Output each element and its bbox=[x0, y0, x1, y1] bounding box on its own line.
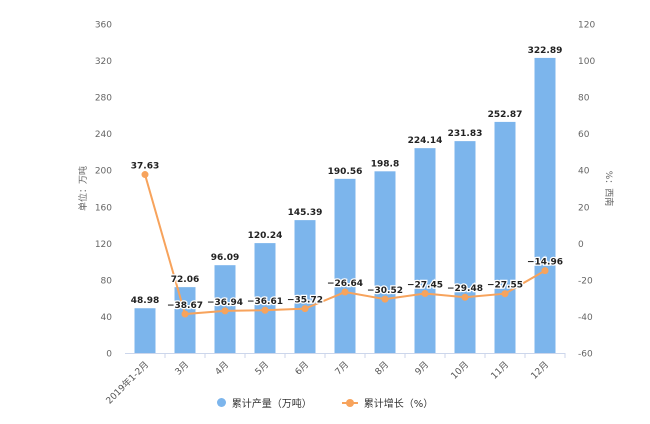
x-tick-label: 3月 bbox=[173, 359, 191, 377]
growth-point bbox=[261, 306, 269, 314]
x-tick-label: 12月 bbox=[529, 359, 551, 381]
bar-data-label: 48.98 bbox=[131, 296, 159, 306]
bar bbox=[334, 178, 356, 353]
bar-data-label: 72.06 bbox=[171, 275, 199, 285]
line-data-label: −35.72 bbox=[287, 296, 323, 306]
y-tick-label-right: 40 bbox=[578, 167, 590, 177]
bar bbox=[374, 171, 396, 353]
bar bbox=[174, 287, 196, 353]
bar-data-label: 252.87 bbox=[488, 110, 523, 120]
x-tick-label: 6月 bbox=[293, 359, 311, 377]
line-data-label: −27.45 bbox=[407, 281, 443, 291]
y-tick-label-left: 160 bbox=[95, 203, 112, 213]
growth-point bbox=[301, 305, 309, 313]
y-axis-title-right: %：西南 bbox=[603, 171, 615, 207]
x-tick-label: 5月 bbox=[253, 359, 271, 377]
x-tick-label: 11月 bbox=[489, 359, 511, 381]
growth-point bbox=[141, 171, 149, 179]
y-tick-label-right: 0 bbox=[578, 240, 584, 250]
bar-data-label: 96.09 bbox=[211, 253, 239, 263]
y-tick-label-left: 0 bbox=[106, 350, 112, 360]
y-tick-label-right: 60 bbox=[578, 130, 590, 140]
line-data-label: 37.63 bbox=[131, 162, 159, 172]
y-tick-label-right: 20 bbox=[578, 203, 590, 213]
y-tick-label-left: 40 bbox=[101, 313, 113, 323]
growth-point bbox=[461, 293, 469, 301]
bar-data-label: 231.83 bbox=[448, 129, 483, 139]
legend-bar-label: 累计产量（万吨） bbox=[231, 398, 312, 410]
legend-line-swatch bbox=[341, 398, 358, 407]
y-tick-label-right: -20 bbox=[578, 276, 593, 286]
growth-point bbox=[181, 310, 189, 318]
chart-svg: 0 40 80 120 160 200 240 280 320 360 -60 -40 -20 0 20 40… bbox=[77, 21, 615, 407]
bar bbox=[494, 121, 516, 354]
bar bbox=[294, 220, 316, 353]
bar-data-label: 190.56 bbox=[328, 167, 363, 177]
y-tick-label-left: 320 bbox=[95, 57, 112, 67]
legend: 累计产量（万吨） 累计增长（%） bbox=[0, 394, 650, 410]
bar-data-label: 322.89 bbox=[528, 46, 563, 56]
y-tick-label-left: 80 bbox=[101, 276, 113, 286]
chart: 0 40 80 120 160 200 240 280 320 360 -60 -40 -20 0 20 40… bbox=[0, 0, 650, 420]
x-tick-label: 8月 bbox=[373, 359, 391, 377]
legend-line-label: 累计增长（%） bbox=[363, 398, 434, 410]
growth-point bbox=[381, 295, 389, 303]
y-tick-label-left: 200 bbox=[95, 167, 112, 177]
line-data-label: −36.61 bbox=[247, 297, 283, 307]
growth-point bbox=[221, 307, 229, 315]
x-tick-label: 7月 bbox=[333, 359, 351, 377]
bar bbox=[414, 148, 436, 353]
bar bbox=[454, 141, 476, 353]
y-tick-label-right: 100 bbox=[578, 57, 595, 67]
bar-data-label: 224.14 bbox=[408, 136, 443, 146]
bar-data-label: 120.24 bbox=[248, 231, 283, 241]
line-data-label: −30.52 bbox=[367, 286, 403, 296]
bar bbox=[534, 57, 556, 353]
legend-item-line[interactable]: 累计增长（%） bbox=[341, 395, 434, 410]
y-tick-label-left: 280 bbox=[95, 94, 112, 104]
y-tick-label-left: 120 bbox=[95, 240, 112, 250]
x-tick-label: 10月 bbox=[449, 359, 471, 381]
bar-data-label: 198.8 bbox=[371, 159, 399, 169]
growth-point bbox=[421, 290, 429, 298]
bar bbox=[134, 308, 156, 353]
y-tick-label-right: 80 bbox=[578, 94, 590, 104]
y-tick-label-right: 120 bbox=[578, 21, 595, 31]
legend-item-bars[interactable]: 累计产量（万吨） bbox=[216, 395, 312, 410]
line-data-label: −38.67 bbox=[167, 301, 203, 311]
y-tick-label-right: -40 bbox=[578, 313, 593, 323]
x-tick-label: 4月 bbox=[213, 359, 231, 377]
line-data-label: −14.96 bbox=[527, 258, 563, 268]
x-tick-label: 9月 bbox=[413, 359, 431, 377]
growth-point bbox=[501, 290, 509, 298]
legend-bar-swatch bbox=[216, 397, 226, 407]
line-data-label: −27.55 bbox=[487, 281, 523, 291]
line-data-label: −26.64 bbox=[327, 279, 363, 289]
y-axis-title-left: 单位：万吨 bbox=[77, 166, 89, 211]
growth-point bbox=[541, 267, 549, 275]
bar-data-label: 145.39 bbox=[288, 208, 323, 218]
y-tick-label-right: -60 bbox=[578, 350, 593, 360]
line-data-label: −29.48 bbox=[447, 284, 483, 294]
growth-point bbox=[341, 288, 349, 296]
y-tick-label-left: 240 bbox=[95, 130, 112, 140]
line-data-label: −36.94 bbox=[207, 298, 243, 308]
y-tick-label-left: 360 bbox=[95, 21, 112, 31]
